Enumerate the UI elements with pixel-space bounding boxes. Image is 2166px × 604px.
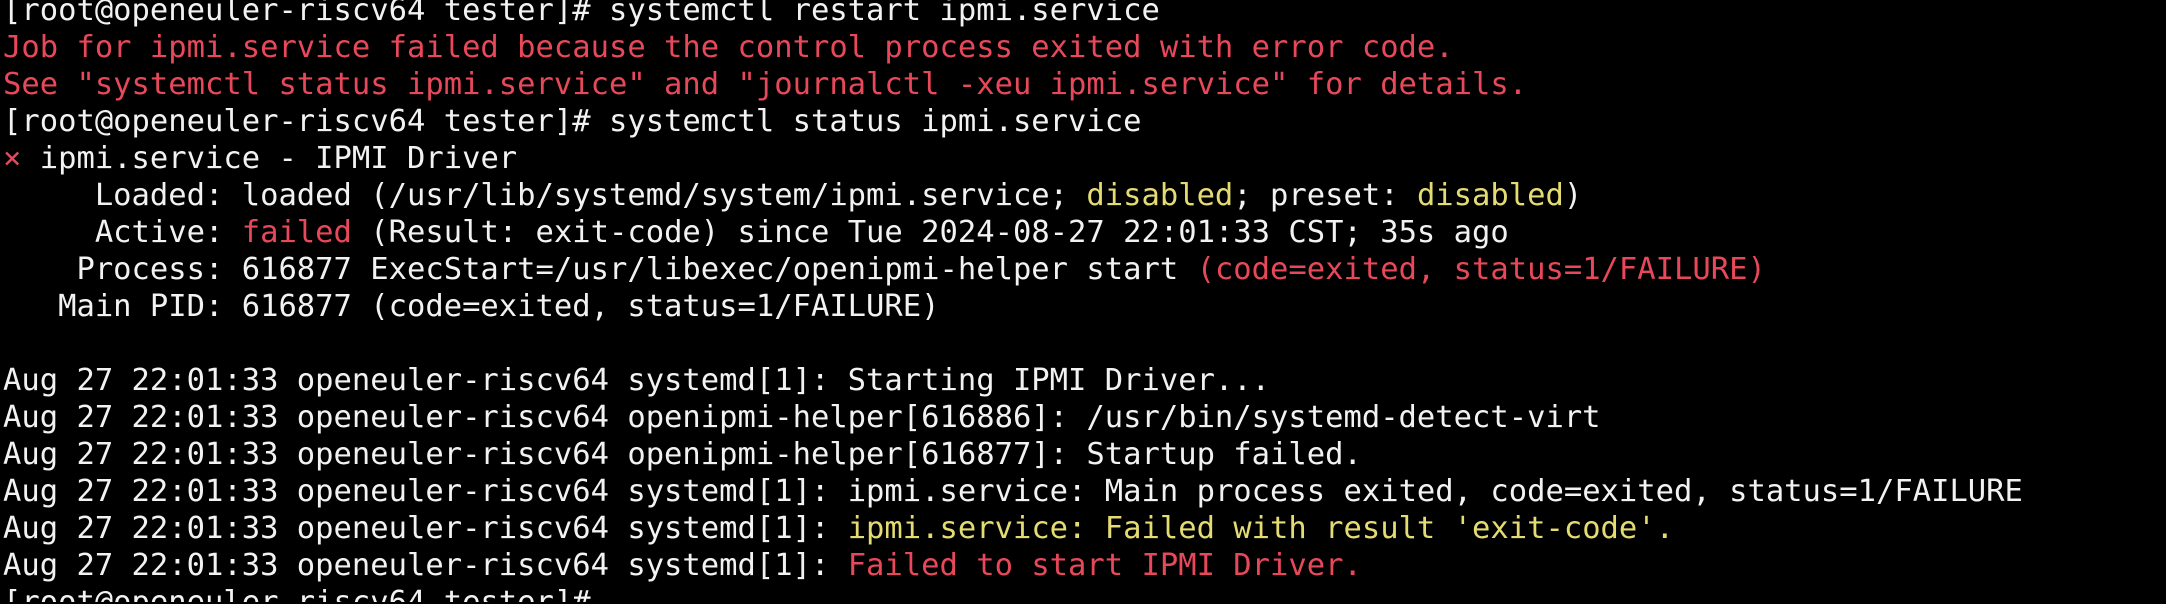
terminal-text-segment: failed: [241, 215, 352, 250]
terminal-text-segment: [root@openeuler-riscv64 tester]# systemc…: [3, 0, 1160, 28]
terminal-line: Job for ipmi.service failed because the …: [3, 29, 2166, 66]
terminal-text-segment: Failed to start IPMI Driver.: [847, 548, 1362, 583]
terminal-text-segment: Aug 27 22:01:33 openeuler-riscv64 system…: [3, 363, 1271, 398]
terminal-text-segment: Aug 27 22:01:33 openeuler-riscv64 system…: [3, 474, 848, 509]
terminal-text-segment: Active:: [3, 215, 242, 250]
terminal-text-segment: (code=exited, status=1/FAILURE): [1196, 252, 1766, 287]
terminal-line: × ipmi.service - IPMI Driver: [3, 140, 2166, 177]
terminal-text-segment: Main PID: 616877 (code=exited, status=1/…: [3, 289, 940, 324]
terminal-line: Aug 27 22:01:33 openeuler-riscv64 system…: [3, 510, 2166, 547]
terminal-line: Aug 27 22:01:33 openeuler-riscv64 system…: [3, 473, 2166, 510]
terminal-text-segment: (Result: exit-code) since Tue 2024-08-27…: [351, 215, 1509, 250]
terminal-text-segment: ; preset:: [1233, 178, 1417, 213]
terminal-line: Aug 27 22:01:33 openeuler-riscv64 system…: [3, 362, 2166, 399]
terminal-text-segment: ipmi.service: Main process exited, code=…: [847, 474, 2023, 509]
terminal-line: [root@openeuler-riscv64 tester]# systemc…: [3, 0, 2166, 29]
terminal-line: Aug 27 22:01:33 openeuler-riscv64 openip…: [3, 399, 2166, 436]
terminal-text-segment: Process: 616877 ExecStart=/usr/libexec/o…: [3, 252, 1197, 287]
terminal-line: See "systemctl status ipmi.service" and …: [3, 66, 2166, 103]
terminal-text-segment: ×: [3, 141, 22, 176]
terminal-text-segment: [root@openeuler-riscv64 tester]# systemc…: [3, 104, 1142, 139]
terminal-text-segment: See "systemctl status ipmi.service" and …: [3, 67, 1528, 102]
terminal-text-segment: ): [1563, 178, 1583, 213]
terminal-text-segment: ipmi.service - IPMI Driver: [21, 141, 518, 176]
terminal-line: Main PID: 616877 (code=exited, status=1/…: [3, 288, 2166, 325]
terminal-line: Aug 27 22:01:33 openeuler-riscv64 openip…: [3, 436, 2166, 473]
terminal-line: Loaded: loaded (/usr/lib/systemd/system/…: [3, 177, 2166, 214]
terminal-text-segment: Job for ipmi.service failed because the …: [3, 30, 1454, 65]
terminal-line: [root@openeuler-riscv64 tester]# systemc…: [3, 103, 2166, 140]
terminal-text-segment: Aug 27 22:01:33 openeuler-riscv64 system…: [3, 511, 848, 546]
terminal-text-segment: Loaded: loaded (/usr/lib/systemd/system/…: [3, 178, 1087, 213]
terminal-line: Aug 27 22:01:33 openeuler-riscv64 system…: [3, 547, 2166, 584]
terminal-text-segment: Aug 27 22:01:33 openeuler-riscv64 openip…: [3, 400, 1601, 435]
terminal-window[interactable]: [root@openeuler-riscv64 tester]# systemc…: [0, 0, 2166, 602]
terminal-line: Process: 616877 ExecStart=/usr/libexec/o…: [3, 251, 2166, 288]
terminal-text-segment: disabled: [1416, 178, 1564, 213]
terminal-line: Active: failed (Result: exit-code) since…: [3, 214, 2166, 251]
terminal-line: [root@openeuler-riscv64 tester]#: [3, 584, 2166, 602]
terminal-text-segment: Aug 27 22:01:33 openeuler-riscv64 openip…: [3, 437, 1362, 472]
terminal-text-segment: [root@openeuler-riscv64 tester]#: [3, 585, 591, 602]
terminal-text-segment: Aug 27 22:01:33 openeuler-riscv64 system…: [3, 548, 848, 583]
terminal-text-segment: disabled: [1086, 178, 1234, 213]
terminal-text-segment: ipmi.service: Failed with result 'exit-c…: [847, 511, 1675, 546]
